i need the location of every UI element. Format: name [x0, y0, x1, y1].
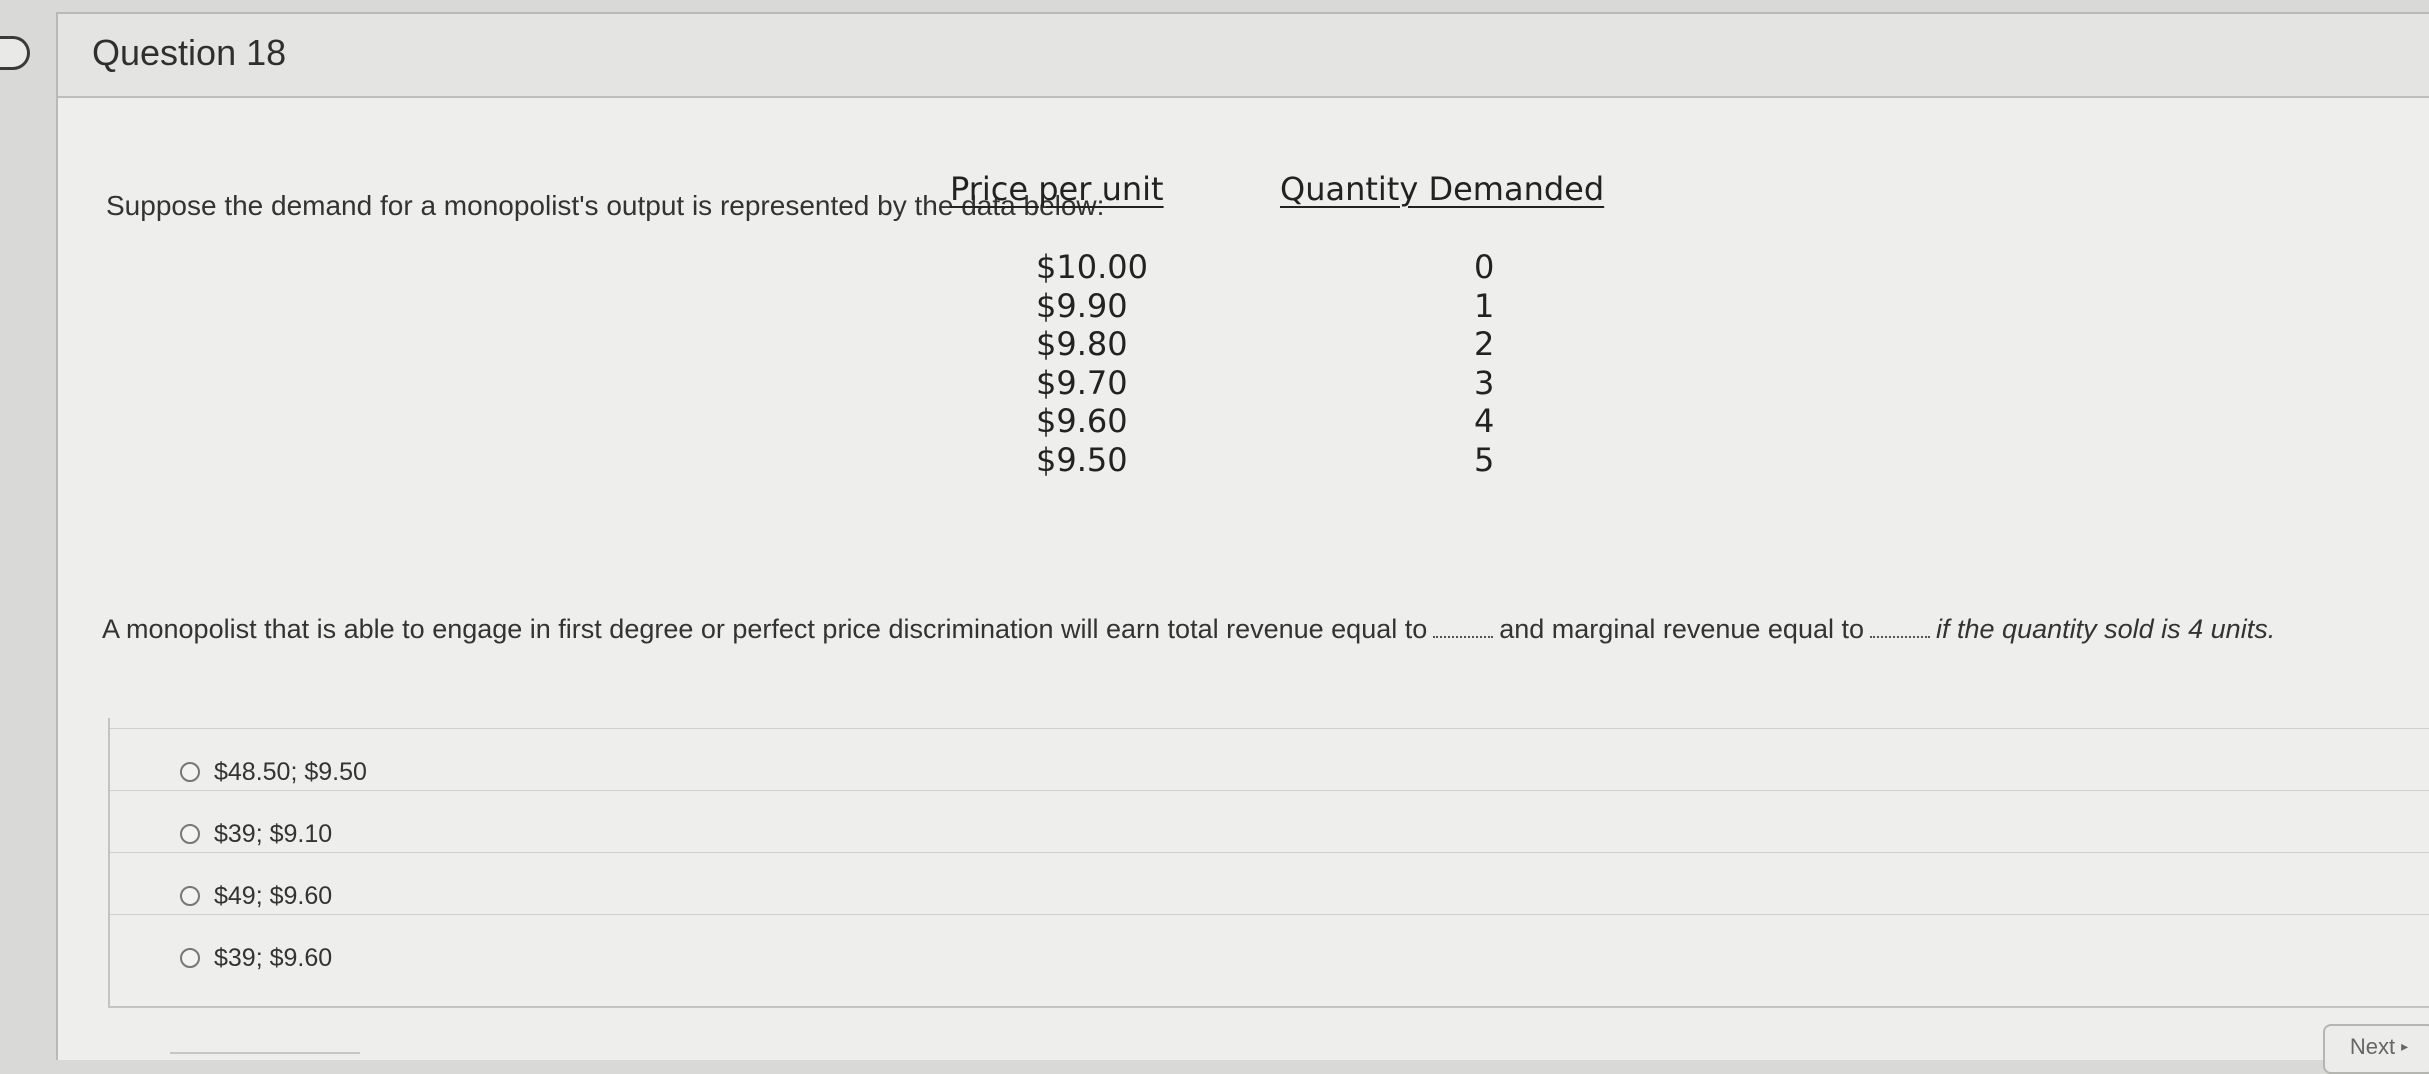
price-cell: $9.70	[1036, 363, 1128, 402]
answer-divider	[110, 790, 2429, 791]
answer-option-2[interactable]: $39; $9.10	[180, 804, 332, 864]
flag-question-icon[interactable]	[0, 36, 30, 70]
table-row: $9.70 3	[950, 364, 1710, 403]
quantity-cell: 0	[1474, 248, 1495, 286]
quantity-cell: 2	[1474, 325, 1495, 363]
quantity-cell: 4	[1474, 402, 1495, 440]
radio-button-icon[interactable]	[180, 824, 200, 844]
next-button[interactable]: Next ▸	[2323, 1024, 2429, 1074]
price-cell: $9.80	[1036, 325, 1128, 363]
answer-option-label: $39; $9.60	[214, 943, 333, 972]
answer-option-label: $48.50; $9.50	[214, 757, 367, 786]
answer-option-label: $49; $9.60	[214, 881, 333, 910]
table-row: $9.60 4	[950, 402, 1710, 441]
answer-blank-2	[1870, 636, 1931, 638]
quantity-cell: 1	[1474, 286, 1495, 325]
answer-options: $48.50; $9.50 $39; $9.10 $49; $9.60 $39;…	[108, 718, 2429, 1008]
radio-button-icon[interactable]	[180, 948, 200, 968]
caret-right-icon: ▸	[2401, 1038, 2409, 1054]
answer-option-3[interactable]: $49; $9.60	[180, 866, 332, 926]
table-row: $10.00 0	[950, 248, 1710, 287]
prompt-part-3: if the quantity sold is 4 units.	[1936, 614, 2276, 644]
question-header: Question 18	[58, 14, 2429, 98]
answer-option-label: $39; $9.10	[214, 819, 333, 848]
quantity-column-header: Quantity Demanded	[1280, 170, 1605, 208]
next-button-label: Next	[2349, 1034, 2396, 1059]
price-column-header: Price per unit	[950, 170, 1164, 208]
answer-option-1[interactable]: $48.50; $9.50	[180, 742, 367, 802]
prompt-part-1: A monopolist that is able to engage in f…	[102, 614, 1428, 644]
table-row: $9.90 1	[950, 287, 1710, 326]
prompt-part-2: and marginal revenue equal to	[1499, 614, 1865, 644]
quantity-cell: 5	[1474, 440, 1495, 479]
question-title: Question 18	[92, 32, 287, 73]
answer-blank-1	[1433, 636, 1494, 638]
price-cell: $10.00	[1036, 248, 1148, 286]
radio-button-icon[interactable]	[180, 762, 200, 782]
table-row: $9.80 2	[950, 325, 1710, 364]
answer-option-4[interactable]: $39; $9.60	[180, 928, 332, 988]
table-row: $9.50 5	[950, 441, 1710, 480]
radio-button-icon[interactable]	[180, 886, 200, 906]
quantity-cell: 3	[1474, 363, 1495, 402]
answer-divider	[110, 852, 2429, 853]
divider-line	[170, 1052, 360, 1054]
price-cell: $9.90	[1036, 286, 1128, 325]
price-cell: $9.60	[1036, 402, 1128, 440]
answer-divider	[110, 914, 2429, 915]
answer-divider	[110, 728, 2429, 729]
price-cell: $9.50	[1036, 440, 1128, 479]
question-prompt: A monopolist that is able to engage in f…	[102, 614, 2275, 645]
table-rows: $10.00 0 $9.90 1 $9.80 2 $9.70 3 $9.60 4…	[950, 248, 1710, 479]
